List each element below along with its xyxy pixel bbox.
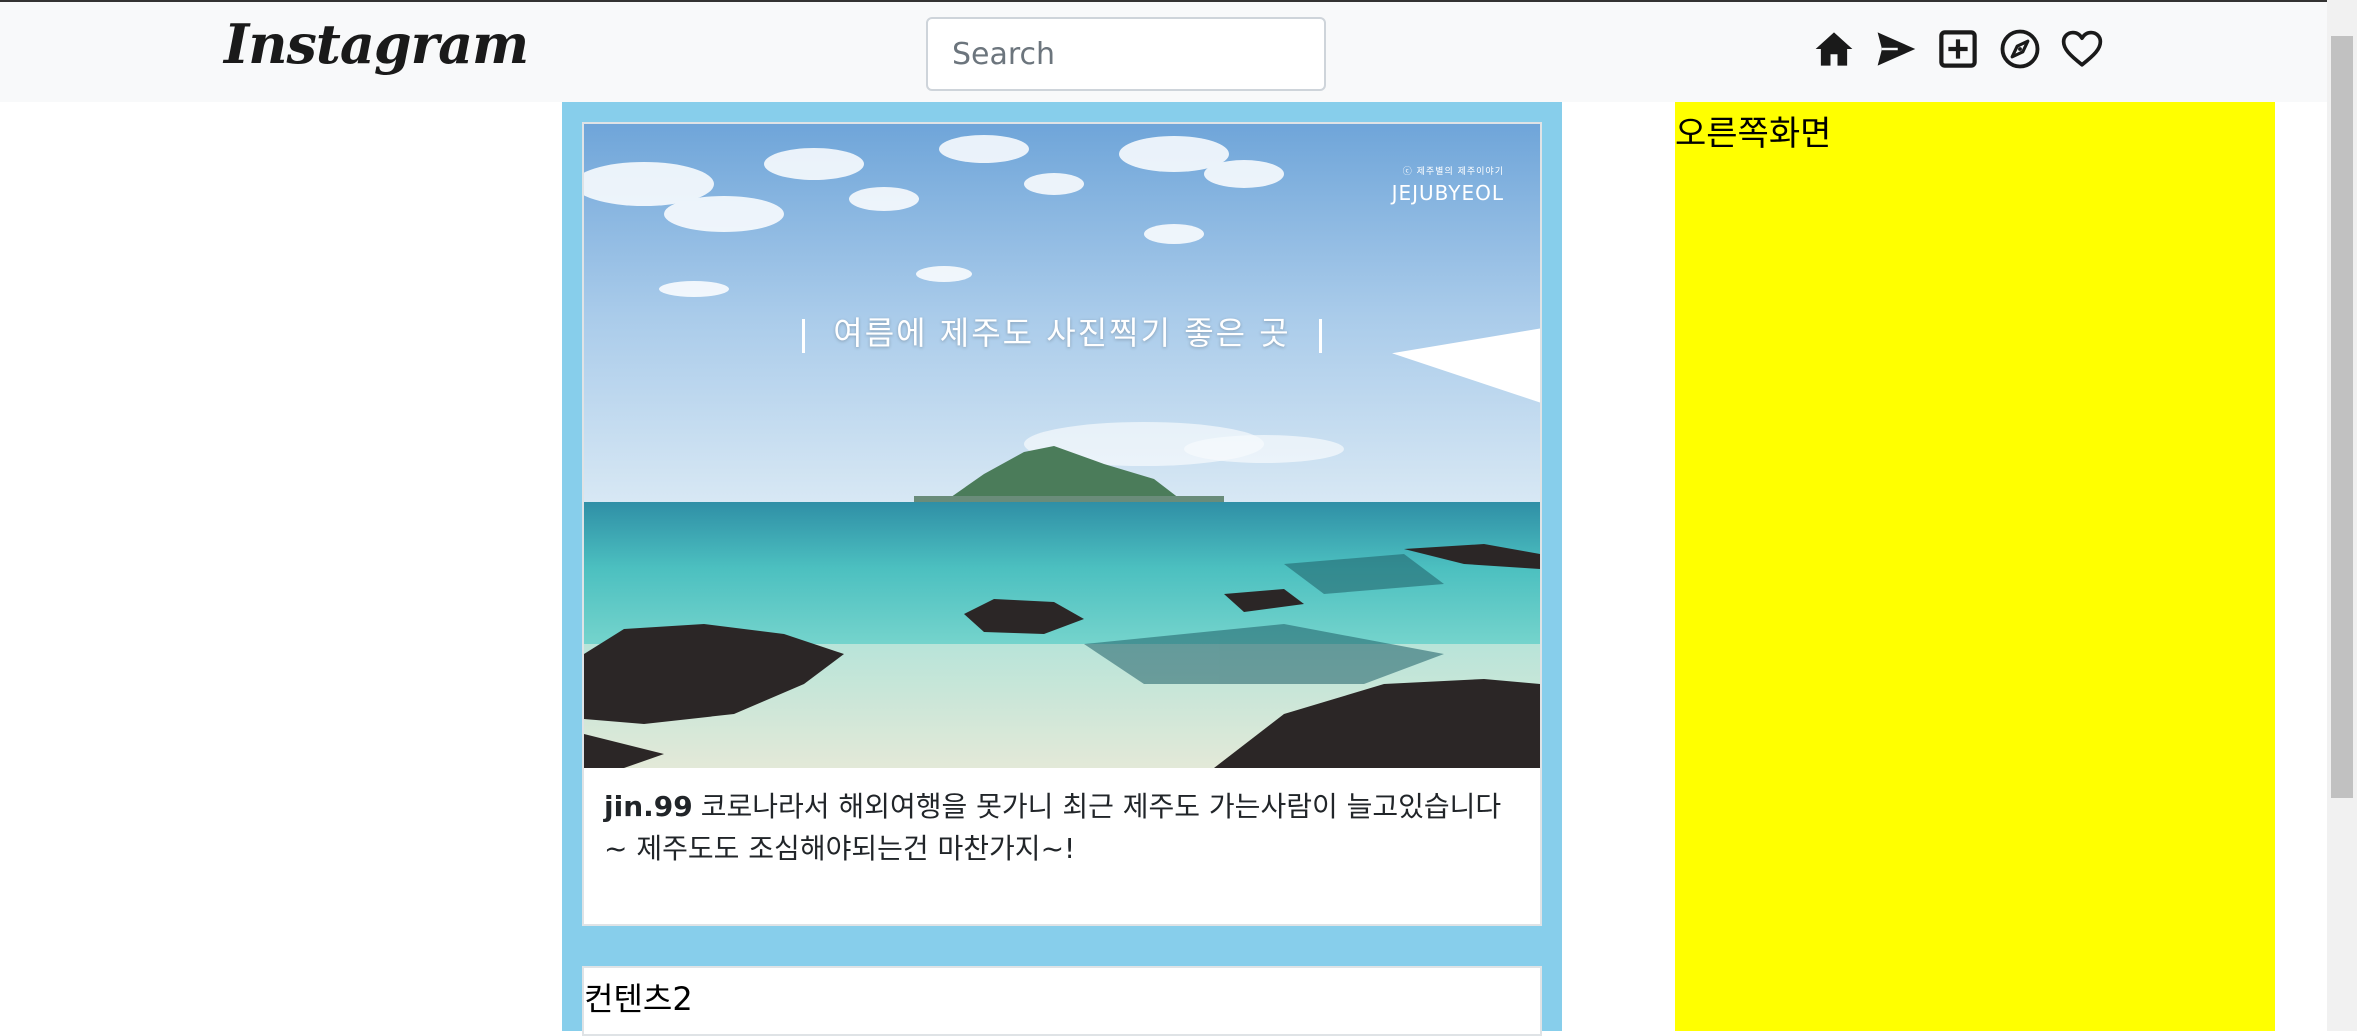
feed-column: 여름에 제주도 사진찍기 좋은 곳 ⓒ 제주별의 제주이야기 JEJUBYEOL… (562, 102, 1562, 1036)
paper-plane-icon (1391, 328, 1540, 403)
search-input[interactable] (926, 17, 1326, 91)
post-caption: jin.99 코로나라서 해외여행을 못가니 최근 제주도 가는사람이 늘고있습니… (584, 768, 1540, 870)
nav-icon-group (1812, 25, 2104, 73)
post-image-title-text: 여름에 제주도 사진찍기 좋은 곳 (833, 314, 1291, 352)
image-watermark-brand: JEJUBYEOL (1391, 181, 1540, 403)
title-bar-left (802, 318, 806, 353)
title-bar-right (1318, 318, 1322, 353)
post-caption-text: 코로나라서 해외여행을 못가니 최근 제주도 가는사람이 늘고있습니다~ 제주도… (604, 790, 1502, 865)
post-username[interactable]: jin.99 (604, 790, 693, 823)
scrollbar-thumb[interactable] (2331, 36, 2353, 798)
content-2-label: 컨텐츠2 (584, 980, 693, 1018)
page-scrollbar[interactable] (2327, 0, 2357, 1031)
right-panel-label: 오른쪽화면 (1675, 114, 1832, 154)
heart-icon[interactable] (2060, 27, 2104, 71)
home-icon[interactable] (1812, 27, 1856, 71)
post-image[interactable]: 여름에 제주도 사진찍기 좋은 곳 ⓒ 제주별의 제주이야기 JEJUBYEOL (584, 124, 1540, 768)
send-icon[interactable] (1874, 27, 1918, 71)
instagram-logo[interactable]: Instagram (224, 12, 529, 76)
add-post-icon[interactable] (1936, 27, 1980, 71)
content-card: 컨텐츠2 (582, 966, 1542, 1036)
top-navbar: Instagram (0, 0, 2327, 102)
right-panel: 오른쪽화면 (1675, 102, 2275, 1031)
image-watermark: ⓒ 제주별의 제주이야기 JEJUBYEOL (1391, 164, 1540, 403)
post-card: 여름에 제주도 사진찍기 좋은 곳 ⓒ 제주별의 제주이야기 JEJUBYEOL… (582, 122, 1542, 926)
explore-icon[interactable] (1998, 27, 2042, 71)
